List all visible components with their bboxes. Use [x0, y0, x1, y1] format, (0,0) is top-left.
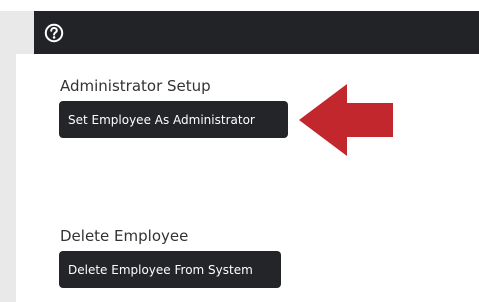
delete-employee-title: Delete Employee — [60, 227, 189, 245]
top-strip — [0, 0, 479, 11]
header-bar — [34, 11, 479, 54]
delete-employee-button[interactable]: Delete Employee From System — [59, 251, 281, 288]
administrator-setup-title: Administrator Setup — [60, 77, 211, 95]
set-employee-administrator-button[interactable]: Set Employee As Administrator — [59, 101, 288, 138]
delete-employee-label: Delete Employee From System — [68, 262, 253, 277]
content-panel: Administrator Setup Set Employee As Admi… — [16, 54, 479, 302]
help-icon[interactable] — [44, 23, 64, 43]
set-employee-administrator-label: Set Employee As Administrator — [68, 112, 255, 127]
left-arrow-icon — [299, 84, 394, 156]
